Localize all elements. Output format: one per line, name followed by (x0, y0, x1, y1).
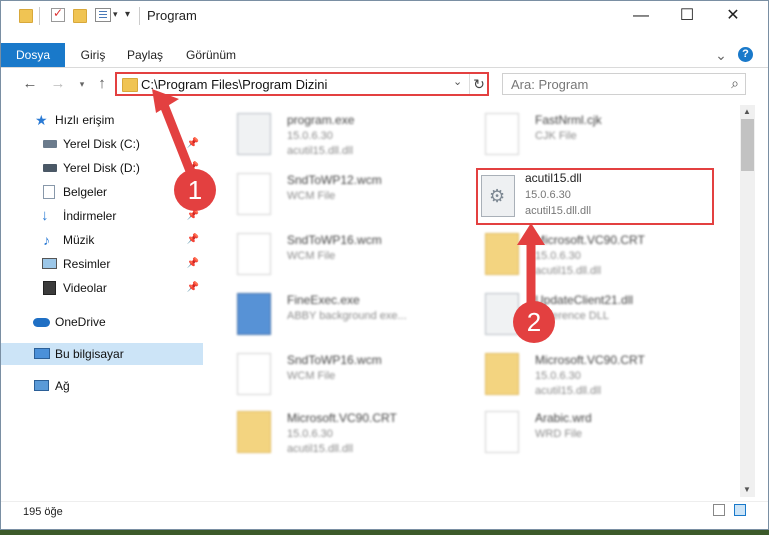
step-badge-1: 1 (174, 169, 216, 211)
annotation-arrows (152, 89, 545, 308)
arrow-2-head (517, 223, 545, 245)
arrow-1 (159, 100, 195, 176)
explorer-window: ✓ ▾ ▾ Program — ☐ ✕ Dosya Giriş Paylaş G… (0, 0, 769, 530)
step-badge-2: 2 (513, 301, 555, 343)
